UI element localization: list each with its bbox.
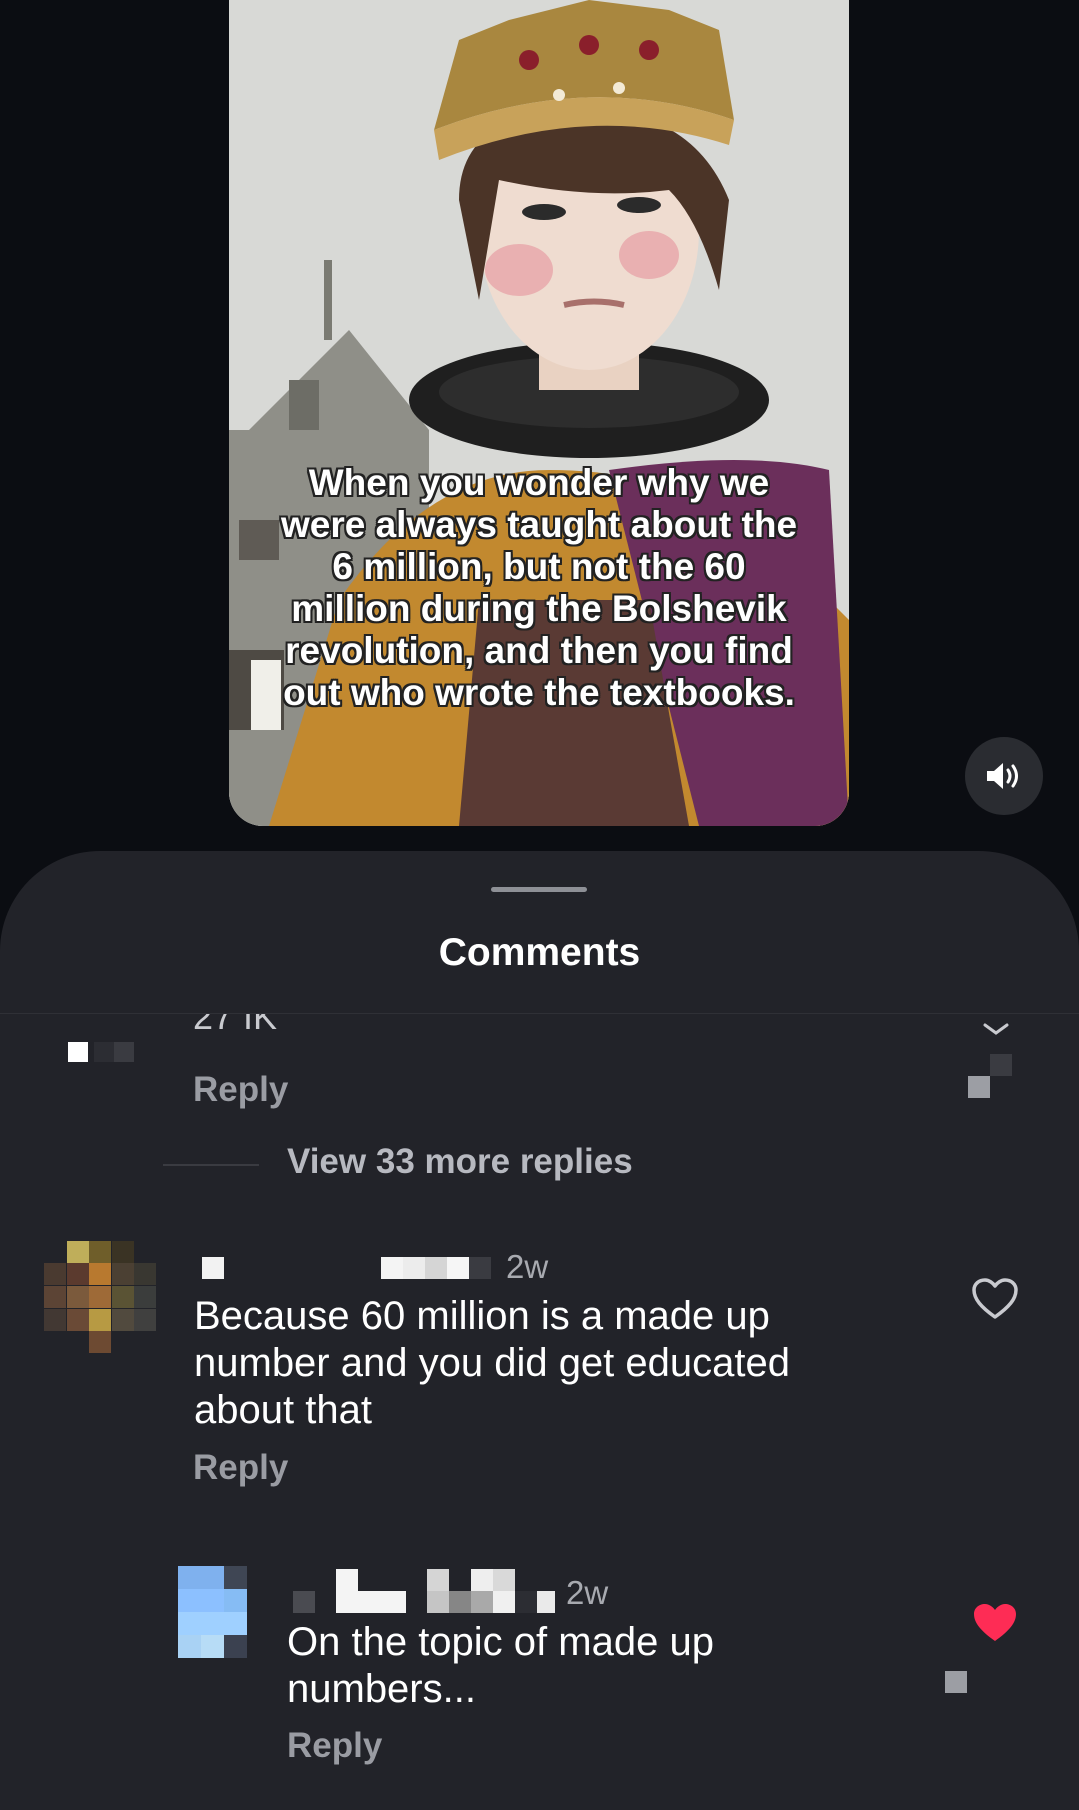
heart-icon[interactable] <box>971 1277 1019 1321</box>
avatar[interactable] <box>178 1566 248 1658</box>
video-caption: When you wonder why we were always taugh… <box>280 462 798 713</box>
view-more-replies-button[interactable]: View 33 more replies <box>287 1142 633 1182</box>
sound-toggle-button[interactable] <box>965 737 1043 815</box>
comment-time: 2w <box>566 1574 609 1611</box>
reply-button[interactable]: Reply <box>193 1448 288 1488</box>
username-pixelated[interactable] <box>336 1569 406 1613</box>
username-pixelated[interactable] <box>381 1257 495 1279</box>
comments-sheet: Comments 27 IK Reply View 33 more replie… <box>0 851 1079 1810</box>
avatar-fragment <box>114 1042 134 1062</box>
reply-button[interactable]: Reply <box>193 1070 288 1110</box>
username-pixelated[interactable] <box>293 1591 315 1613</box>
avatar-fragment <box>94 1042 114 1062</box>
reply-button[interactable]: Reply <box>287 1726 382 1766</box>
drag-handle[interactable] <box>491 887 587 892</box>
comment-time: 2w <box>506 1248 549 1285</box>
chevron-down-icon[interactable] <box>982 1022 1010 1036</box>
avatar[interactable] <box>44 1241 157 1354</box>
speaker-icon <box>987 763 1018 789</box>
pixelated-fragment <box>968 1076 990 1098</box>
view-more-line <box>163 1164 259 1166</box>
username-pixelated[interactable] <box>427 1569 555 1613</box>
pixelated-fragment <box>945 1671 967 1693</box>
avatar-fragment <box>68 1042 88 1062</box>
pixelated-fragment <box>990 1054 1012 1076</box>
like-count: 27 IK <box>193 1014 278 1037</box>
sheet-title: Comments <box>438 931 641 974</box>
username-pixelated[interactable] <box>202 1257 224 1279</box>
video-player[interactable]: When you wonder why we were always taugh… <box>229 0 849 826</box>
comment-text: Because 60 million is a made up number a… <box>194 1294 790 1432</box>
heart-icon[interactable] <box>971 1601 1019 1645</box>
comment-text: On the topic of made up numbers... <box>287 1620 714 1711</box>
comments-list[interactable]: 27 IK Reply View 33 more replies 2w Beca… <box>0 1014 1079 1810</box>
